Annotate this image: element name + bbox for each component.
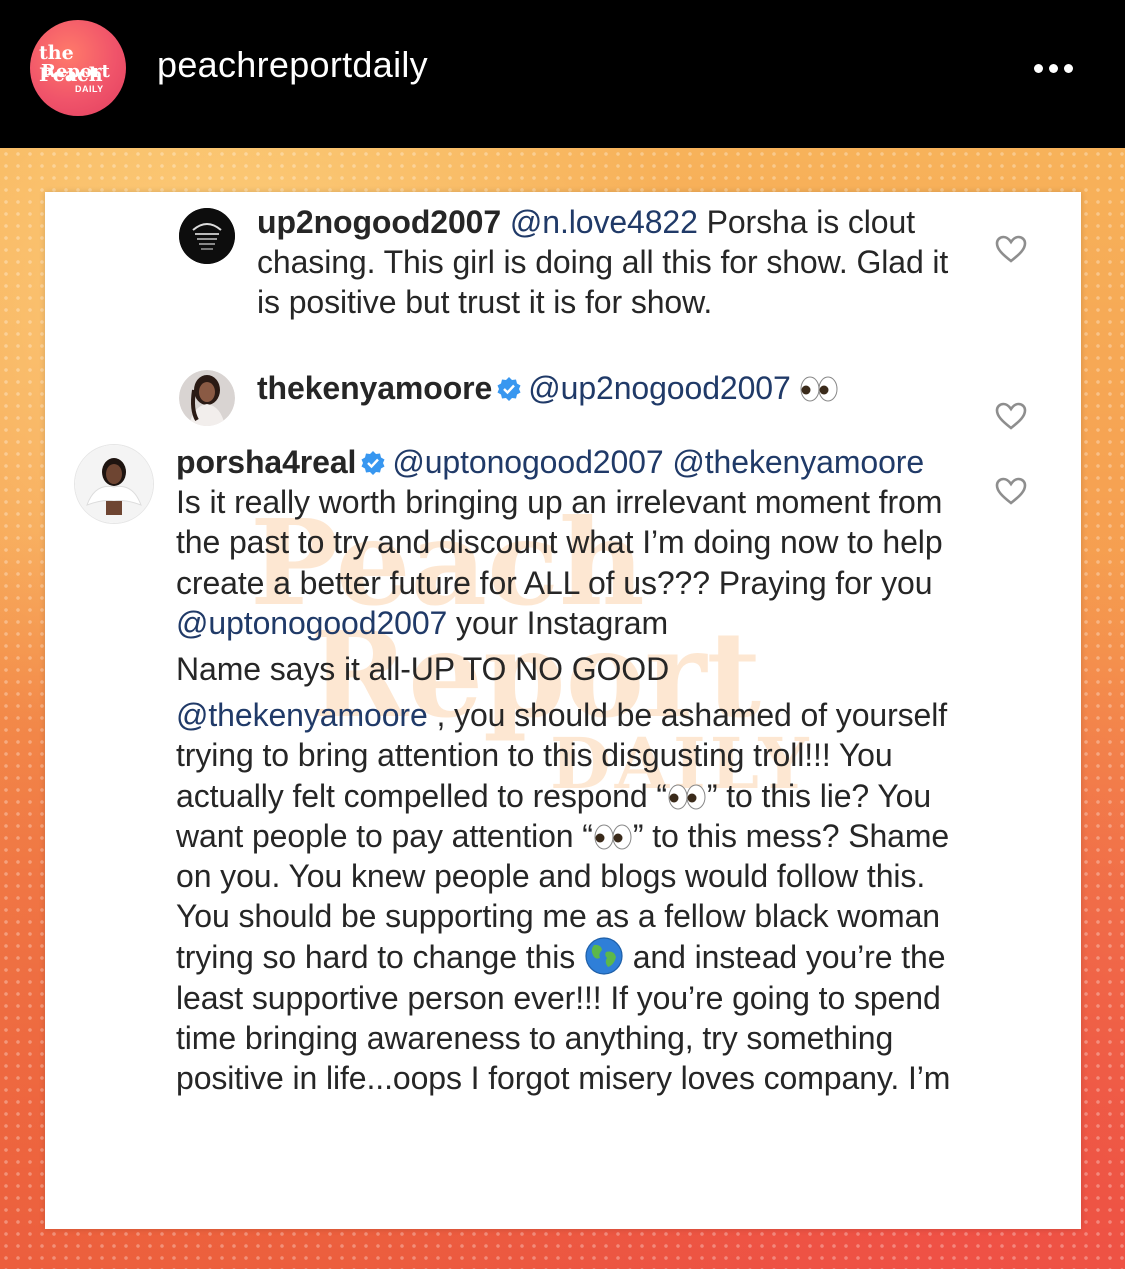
post-header: the Peach Report DAILY peachreportdaily [0, 0, 1125, 148]
post-image: Peach Report DAILY up2nogood2007 @n.love… [0, 148, 1125, 1269]
comment-text: your Instagram [447, 604, 669, 641]
account-username[interactable]: peachreportdaily [157, 44, 428, 86]
comment-paragraph: @thekenyamoore , you should be ashamed o… [176, 695, 951, 1098]
commenter-avatar [179, 208, 235, 264]
heart-icon [995, 477, 1027, 505]
comment-body: thekenyamoore @up2nogood2007 [257, 368, 977, 408]
heart-icon [995, 235, 1027, 263]
comment-mention: @thekenyamoore [672, 444, 925, 480]
eyes-emoji-icon [668, 784, 706, 810]
comment-mention: @uptonogood2007 [176, 604, 448, 641]
comment-username: thekenyamoore [257, 370, 493, 406]
commenter-avatar [74, 444, 154, 524]
globe-emoji-icon [585, 937, 623, 976]
verified-badge-icon [361, 451, 385, 475]
comment-paragraph: porsha4real @uptonogood2007 @thekenyamoo… [176, 442, 951, 643]
comment-mention: @up2nogood2007 [528, 370, 791, 406]
comment-mention: @n.love4822 [509, 204, 698, 240]
more-options-icon[interactable] [1034, 60, 1084, 76]
comment-screenshot-card: Peach Report DAILY up2nogood2007 @n.love… [45, 192, 1081, 1229]
comment-username: porsha4real [176, 444, 357, 480]
eyes-emoji-icon [594, 824, 632, 850]
comment-text: Is it really worth bringing up an irrele… [176, 484, 943, 601]
verified-badge-icon [497, 377, 521, 401]
account-avatar[interactable]: the Peach Report DAILY [30, 20, 126, 116]
commenter-avatar [179, 370, 235, 426]
avatar-logo-text: DAILY [75, 84, 104, 94]
heart-icon [995, 402, 1027, 430]
comment-paragraph: Name says it all-UP TO NO GOOD [176, 651, 670, 688]
eyes-emoji-icon [800, 376, 838, 402]
avatar-logo-text: Report [41, 61, 110, 82]
comment-body: porsha4real @uptonogood2007 @thekenyamoo… [176, 442, 951, 1098]
comment-mention: @uptonogood2007 [392, 444, 664, 480]
comment-mention: @thekenyamoore [176, 697, 428, 734]
comment-username: up2nogood2007 [257, 204, 502, 240]
comment-body: up2nogood2007 @n.love4822 Porsha is clou… [257, 202, 957, 323]
